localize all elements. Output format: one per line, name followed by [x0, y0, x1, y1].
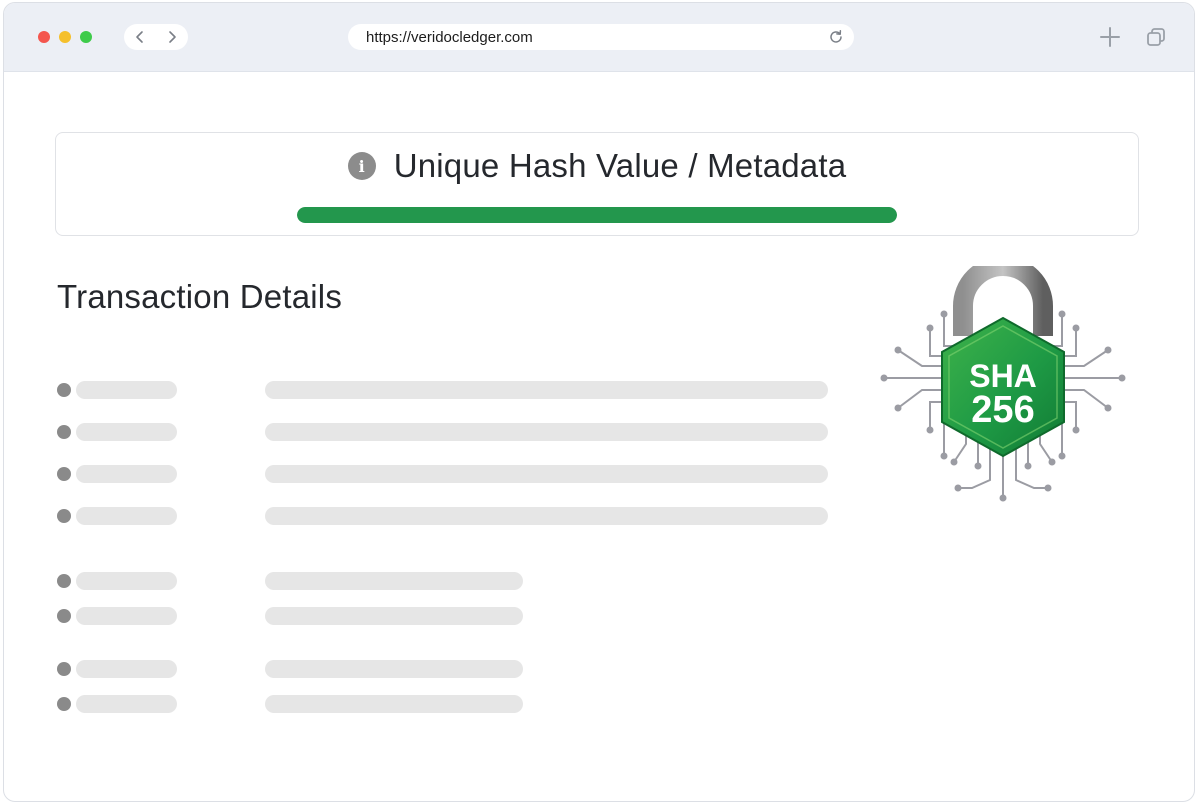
detail-row-placeholder: [57, 607, 837, 625]
chevron-right-icon: [169, 31, 176, 43]
row-bullet: [57, 662, 71, 676]
key-placeholder: [76, 507, 177, 525]
value-placeholder: [265, 660, 523, 678]
row-bullet: [57, 697, 71, 711]
key-placeholder: [76, 465, 177, 483]
navigation-buttons: [124, 24, 188, 50]
minimize-window-button[interactable]: [59, 31, 71, 43]
row-bullet: [57, 467, 71, 481]
row-bullet: [57, 509, 71, 523]
value-placeholder: [265, 507, 828, 525]
address-bar[interactable]: https://veridocledger.com: [348, 24, 854, 50]
badge-line2: 256: [971, 389, 1034, 431]
value-placeholder: [265, 572, 523, 590]
detail-row-placeholder: [57, 695, 837, 713]
browser-toolbar: https://veridocledger.com: [4, 3, 1194, 72]
key-placeholder: [76, 572, 177, 590]
key-placeholder: [76, 695, 177, 713]
value-placeholder: [265, 695, 523, 713]
transaction-details-title: Transaction Details: [57, 278, 343, 315]
key-placeholder: [76, 607, 177, 625]
chevron-left-icon: [136, 31, 143, 43]
value-placeholder: [265, 465, 828, 483]
value-placeholder: [265, 607, 523, 625]
detail-row-placeholder: [57, 572, 837, 590]
plus-icon[interactable]: [1098, 25, 1122, 49]
hash-card-header: i Unique Hash Value / Metadata: [56, 147, 1138, 185]
value-placeholder: [265, 381, 828, 399]
hash-metadata-card: i Unique Hash Value / Metadata: [55, 132, 1139, 236]
row-bullet: [57, 383, 71, 397]
url-text: https://veridocledger.com: [366, 29, 533, 46]
hash-progress-fill: [297, 207, 897, 223]
detail-row-placeholder: [57, 660, 837, 678]
close-window-button[interactable]: [38, 31, 50, 43]
key-placeholder: [76, 381, 177, 399]
detail-row-placeholder: [57, 381, 837, 399]
reload-icon[interactable]: [828, 29, 844, 45]
row-bullet: [57, 609, 71, 623]
info-icon[interactable]: i: [347, 152, 376, 180]
sha256-lock-badge: SHA 256: [880, 266, 1126, 502]
detail-row-placeholder: [57, 507, 837, 525]
detail-row-placeholder: [57, 465, 837, 483]
row-bullet: [57, 425, 71, 439]
row-bullet: [57, 574, 71, 588]
hash-card-title: Unique Hash Value / Metadata: [393, 147, 847, 184]
hash-progress-bar: [297, 207, 897, 223]
detail-row-placeholder: [57, 423, 837, 441]
key-placeholder: [76, 660, 177, 678]
value-placeholder: [265, 423, 828, 441]
forward-button[interactable]: [156, 24, 188, 50]
maximize-window-button[interactable]: [80, 31, 92, 43]
tabs-icon[interactable]: [1145, 26, 1167, 48]
back-button[interactable]: [124, 24, 156, 50]
key-placeholder: [76, 423, 177, 441]
